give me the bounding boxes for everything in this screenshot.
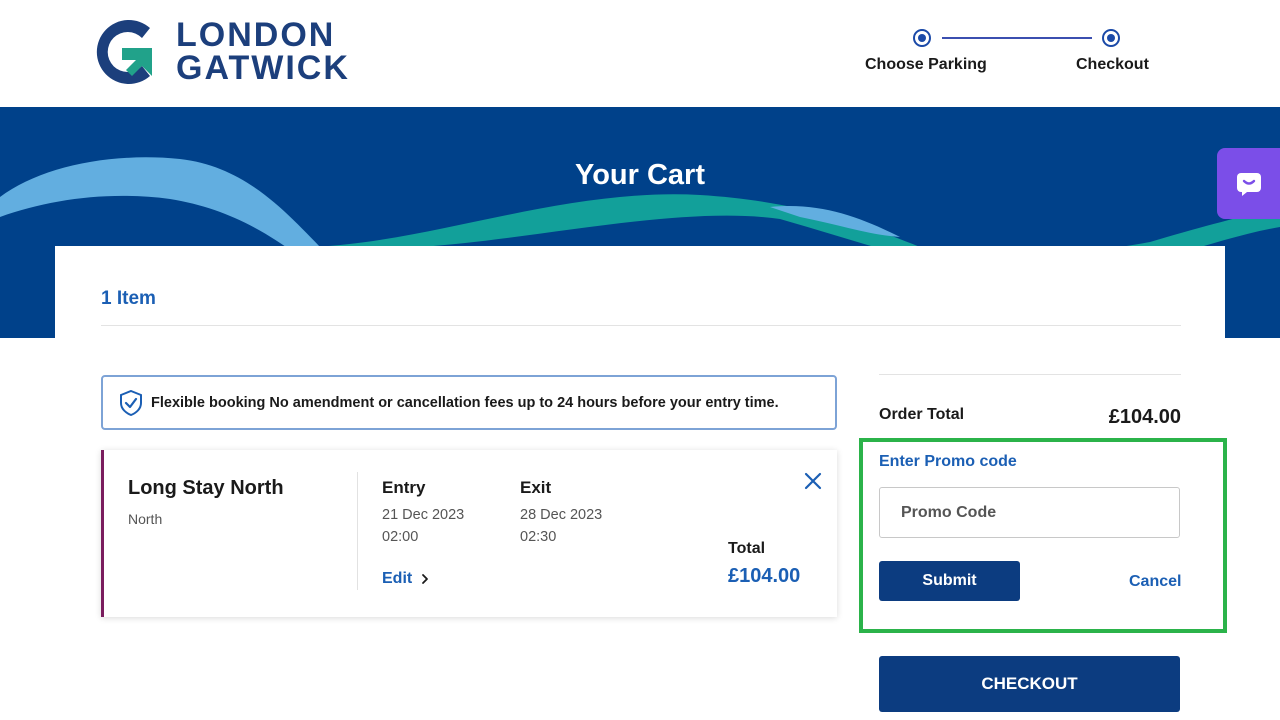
- entry-time: 02:00: [382, 529, 419, 545]
- logo-line-2: GATWICK: [176, 49, 350, 87]
- exit-time: 02:30: [520, 529, 557, 545]
- checkout-button[interactable]: CHECKOUT: [879, 656, 1180, 712]
- flexible-booking-text: Flexible booking No amendment or cancell…: [151, 394, 779, 411]
- cancel-promo-link[interactable]: Cancel: [1129, 573, 1181, 591]
- logo-text: LONDON GATWICK: [176, 16, 350, 87]
- promo-code-heading: Enter Promo code: [879, 453, 1017, 470]
- order-total-label: Order Total: [879, 406, 965, 423]
- logo-line-1: LONDON: [176, 16, 336, 54]
- item-total-value: £104.00: [728, 565, 801, 587]
- site-header: LONDON GATWICK Choose Parking Checkout: [0, 0, 1280, 107]
- booking-item: Long Stay North North Entry 21 Dec 2023 …: [101, 450, 837, 617]
- divider: [357, 472, 358, 590]
- progress-steps: Choose Parking Checkout: [860, 26, 1160, 86]
- booking-location: North: [128, 511, 163, 527]
- item-count: 1 Item: [101, 288, 156, 309]
- entry-date: 21 Dec 2023: [382, 507, 465, 523]
- gatwick-logo[interactable]: LONDON GATWICK: [92, 18, 350, 86]
- chat-icon: [1236, 172, 1261, 196]
- step-connector: [942, 37, 1092, 39]
- promo-code-input[interactable]: [879, 487, 1180, 538]
- step-checkout-label: Checkout: [1076, 56, 1149, 73]
- step-choose-parking-label[interactable]: Choose Parking: [865, 56, 987, 74]
- close-icon[interactable]: [802, 470, 824, 492]
- divider: [101, 325, 1181, 326]
- exit-label: Exit: [520, 478, 552, 497]
- entry-label: Entry: [382, 478, 426, 497]
- shield-check-icon: [120, 389, 142, 416]
- divider: [879, 374, 1181, 375]
- item-total-label: Total: [728, 540, 766, 557]
- order-total-value: £104.00: [1108, 406, 1181, 428]
- step-choose-parking-dot: [913, 29, 931, 47]
- submit-promo-button[interactable]: Submit: [879, 561, 1020, 601]
- exit-date: 28 Dec 2023: [520, 507, 603, 523]
- gatwick-logo-icon: [96, 20, 152, 84]
- chevron-right-icon: [422, 574, 429, 584]
- flexible-booking-banner: Flexible booking No amendment or cancell…: [101, 375, 837, 430]
- page-title: Your Cart: [575, 159, 705, 191]
- chat-widget-button[interactable]: [1217, 148, 1280, 219]
- cart-card: 1 Item Flexible booking No amendment or …: [55, 246, 1227, 720]
- edit-booking-link[interactable]: Edit: [382, 570, 432, 588]
- step-checkout-dot: [1102, 29, 1120, 47]
- edit-label: Edit: [382, 570, 413, 587]
- booking-product-name: Long Stay North: [128, 477, 284, 499]
